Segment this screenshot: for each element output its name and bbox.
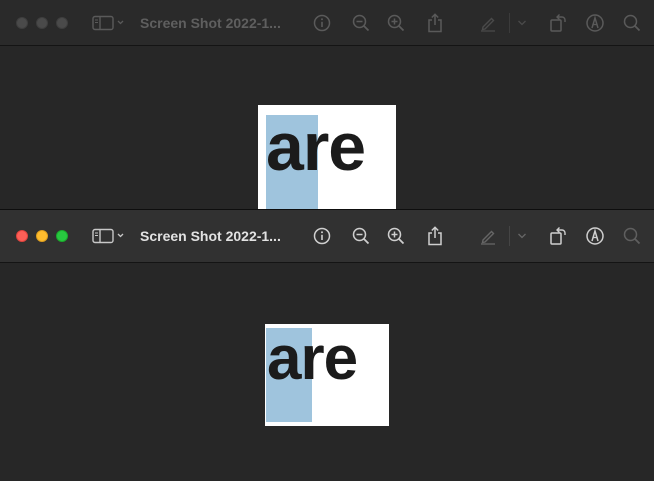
traffic-lights (16, 16, 82, 29)
close-button[interactable] (16, 230, 28, 242)
rotate-button[interactable] (549, 13, 567, 33)
annotate-button[interactable] (585, 13, 605, 33)
preview-window-active[interactable]: Screen Shot 2022-1... are (0, 209, 654, 481)
chevron-down-icon (518, 233, 526, 239)
sidebar-toggle-button[interactable] (92, 228, 128, 244)
share-button[interactable] (427, 12, 443, 33)
preview-text: are (266, 109, 366, 185)
toolbar-divider (509, 226, 510, 246)
zoom-button[interactable] (56, 16, 68, 29)
zoom-in-icon (387, 14, 405, 31)
window-title: Screen Shot 2022-1... (140, 14, 281, 31)
markup-pen-icon (481, 17, 495, 32)
close-button[interactable] (16, 16, 28, 29)
toolbar: Screen Shot 2022-1... (0, 0, 654, 46)
window-title: Screen Shot 2022-1... (140, 228, 281, 244)
zoom-out-icon (352, 227, 370, 245)
document-canvas[interactable]: are (0, 46, 654, 210)
traffic-lights (16, 230, 82, 242)
annotate-button[interactable] (585, 226, 605, 246)
info-icon (313, 14, 331, 31)
markup-pen-icon (481, 230, 495, 245)
markup-menu-button[interactable] (517, 232, 527, 240)
info-button[interactable] (313, 227, 331, 245)
minimize-button[interactable] (36, 16, 48, 29)
preview-window-inactive[interactable]: Screen Shot 2022-1... are (0, 0, 654, 210)
zoom-in-icon (387, 227, 405, 245)
search-icon (623, 227, 641, 245)
zoom-out-icon (352, 14, 370, 31)
rotate-icon (550, 13, 566, 32)
markup-menu-button[interactable] (517, 19, 527, 27)
preview-text: are (267, 324, 358, 393)
image-preview[interactable]: are (265, 324, 389, 426)
minimize-button[interactable] (36, 230, 48, 242)
zoom-out-button[interactable] (352, 14, 370, 32)
search-button[interactable] (623, 14, 641, 32)
zoom-in-button[interactable] (387, 14, 405, 32)
annotate-icon (586, 227, 604, 245)
chevron-down-icon (518, 20, 526, 25)
sidebar-icon (92, 15, 124, 30)
annotate-icon (586, 13, 604, 32)
markup-button[interactable] (479, 227, 497, 245)
image-preview[interactable]: are (258, 105, 396, 210)
rotate-icon (550, 227, 566, 245)
info-icon (313, 227, 331, 245)
share-icon (428, 12, 442, 32)
sidebar-toggle-button[interactable] (92, 15, 128, 31)
zoom-in-button[interactable] (387, 227, 405, 245)
search-icon (623, 14, 641, 31)
search-button[interactable] (623, 227, 641, 245)
markup-button[interactable] (479, 14, 497, 32)
share-icon (428, 226, 442, 246)
info-button[interactable] (313, 14, 331, 32)
toolbar: Screen Shot 2022-1... (0, 210, 654, 263)
sidebar-icon (92, 228, 124, 244)
toolbar-divider (509, 12, 510, 33)
rotate-button[interactable] (549, 226, 567, 246)
zoom-out-button[interactable] (352, 227, 370, 245)
document-canvas[interactable]: are (0, 263, 654, 481)
share-button[interactable] (427, 226, 443, 246)
zoom-button[interactable] (56, 230, 68, 242)
